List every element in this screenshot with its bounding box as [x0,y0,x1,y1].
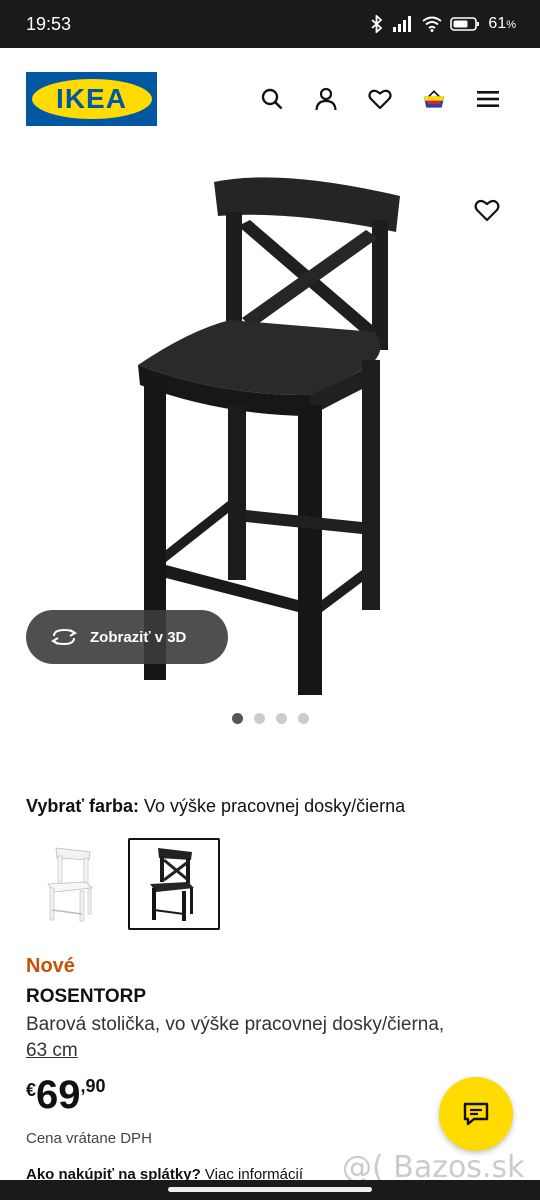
product-description: Barová stolička, vo výške pracovnej dosk… [26,1012,526,1064]
status-time: 19:53 [26,13,72,34]
home-gesture-pill[interactable] [168,1187,372,1192]
gallery-pagination [232,713,309,724]
gallery-dot[interactable] [298,713,309,724]
battery-unit: % [506,19,516,31]
chat-icon [462,1101,490,1127]
gallery-dot[interactable] [254,713,265,724]
swatch-white[interactable] [26,838,118,930]
product-price: € 69 ,90 [26,1072,106,1118]
status-bar: 19:53 61% [0,0,540,48]
view-3d-label: Zobraziť v 3D [90,628,187,646]
signal-icon [392,16,414,32]
price-main: 69 [36,1073,81,1117]
app-header: IKEA [0,48,540,150]
gallery-dot[interactable] [232,713,243,724]
view-3d-button[interactable]: Zobraziť v 3D [26,610,228,664]
swatch-black[interactable] [128,838,220,930]
price-currency: € [26,1080,37,1100]
color-swatches [26,838,220,930]
vat-note: Cena vrátane DPH [26,1130,152,1147]
battery-level: 61 [488,15,507,32]
bluetooth-icon [370,15,384,33]
new-badge: Nové [26,955,75,977]
heart-icon[interactable] [368,87,392,111]
color-label: Vybrať farba: [26,796,139,816]
favorite-heart-icon[interactable] [474,198,500,224]
price-decimals: ,90 [80,1076,106,1096]
ikea-logo[interactable]: IKEA [26,72,157,126]
wifi-icon [422,16,443,32]
color-selection: Vybrať farba: Vo výške pracovnej dosky/č… [26,796,405,817]
cart-icon[interactable] [422,87,446,111]
battery-icon [450,16,480,32]
color-value: Vo výške pracovnej dosky/čierna [144,796,406,816]
user-icon[interactable] [314,87,338,111]
product-gallery[interactable]: Zobraziť v 3D [0,150,540,710]
search-icon[interactable] [260,87,284,111]
gallery-dot[interactable] [276,713,287,724]
chat-button[interactable] [439,1077,513,1151]
product-description-text: Barová stolička, vo výške pracovnej dosk… [26,1014,445,1035]
product-name: ROSENTORP [26,986,147,1007]
system-nav-bar [0,1180,540,1200]
menu-icon[interactable] [476,87,500,111]
rotate-3d-icon [50,627,78,647]
logo-text: IKEA [56,83,127,114]
size-link[interactable]: 63 cm [26,1040,78,1061]
